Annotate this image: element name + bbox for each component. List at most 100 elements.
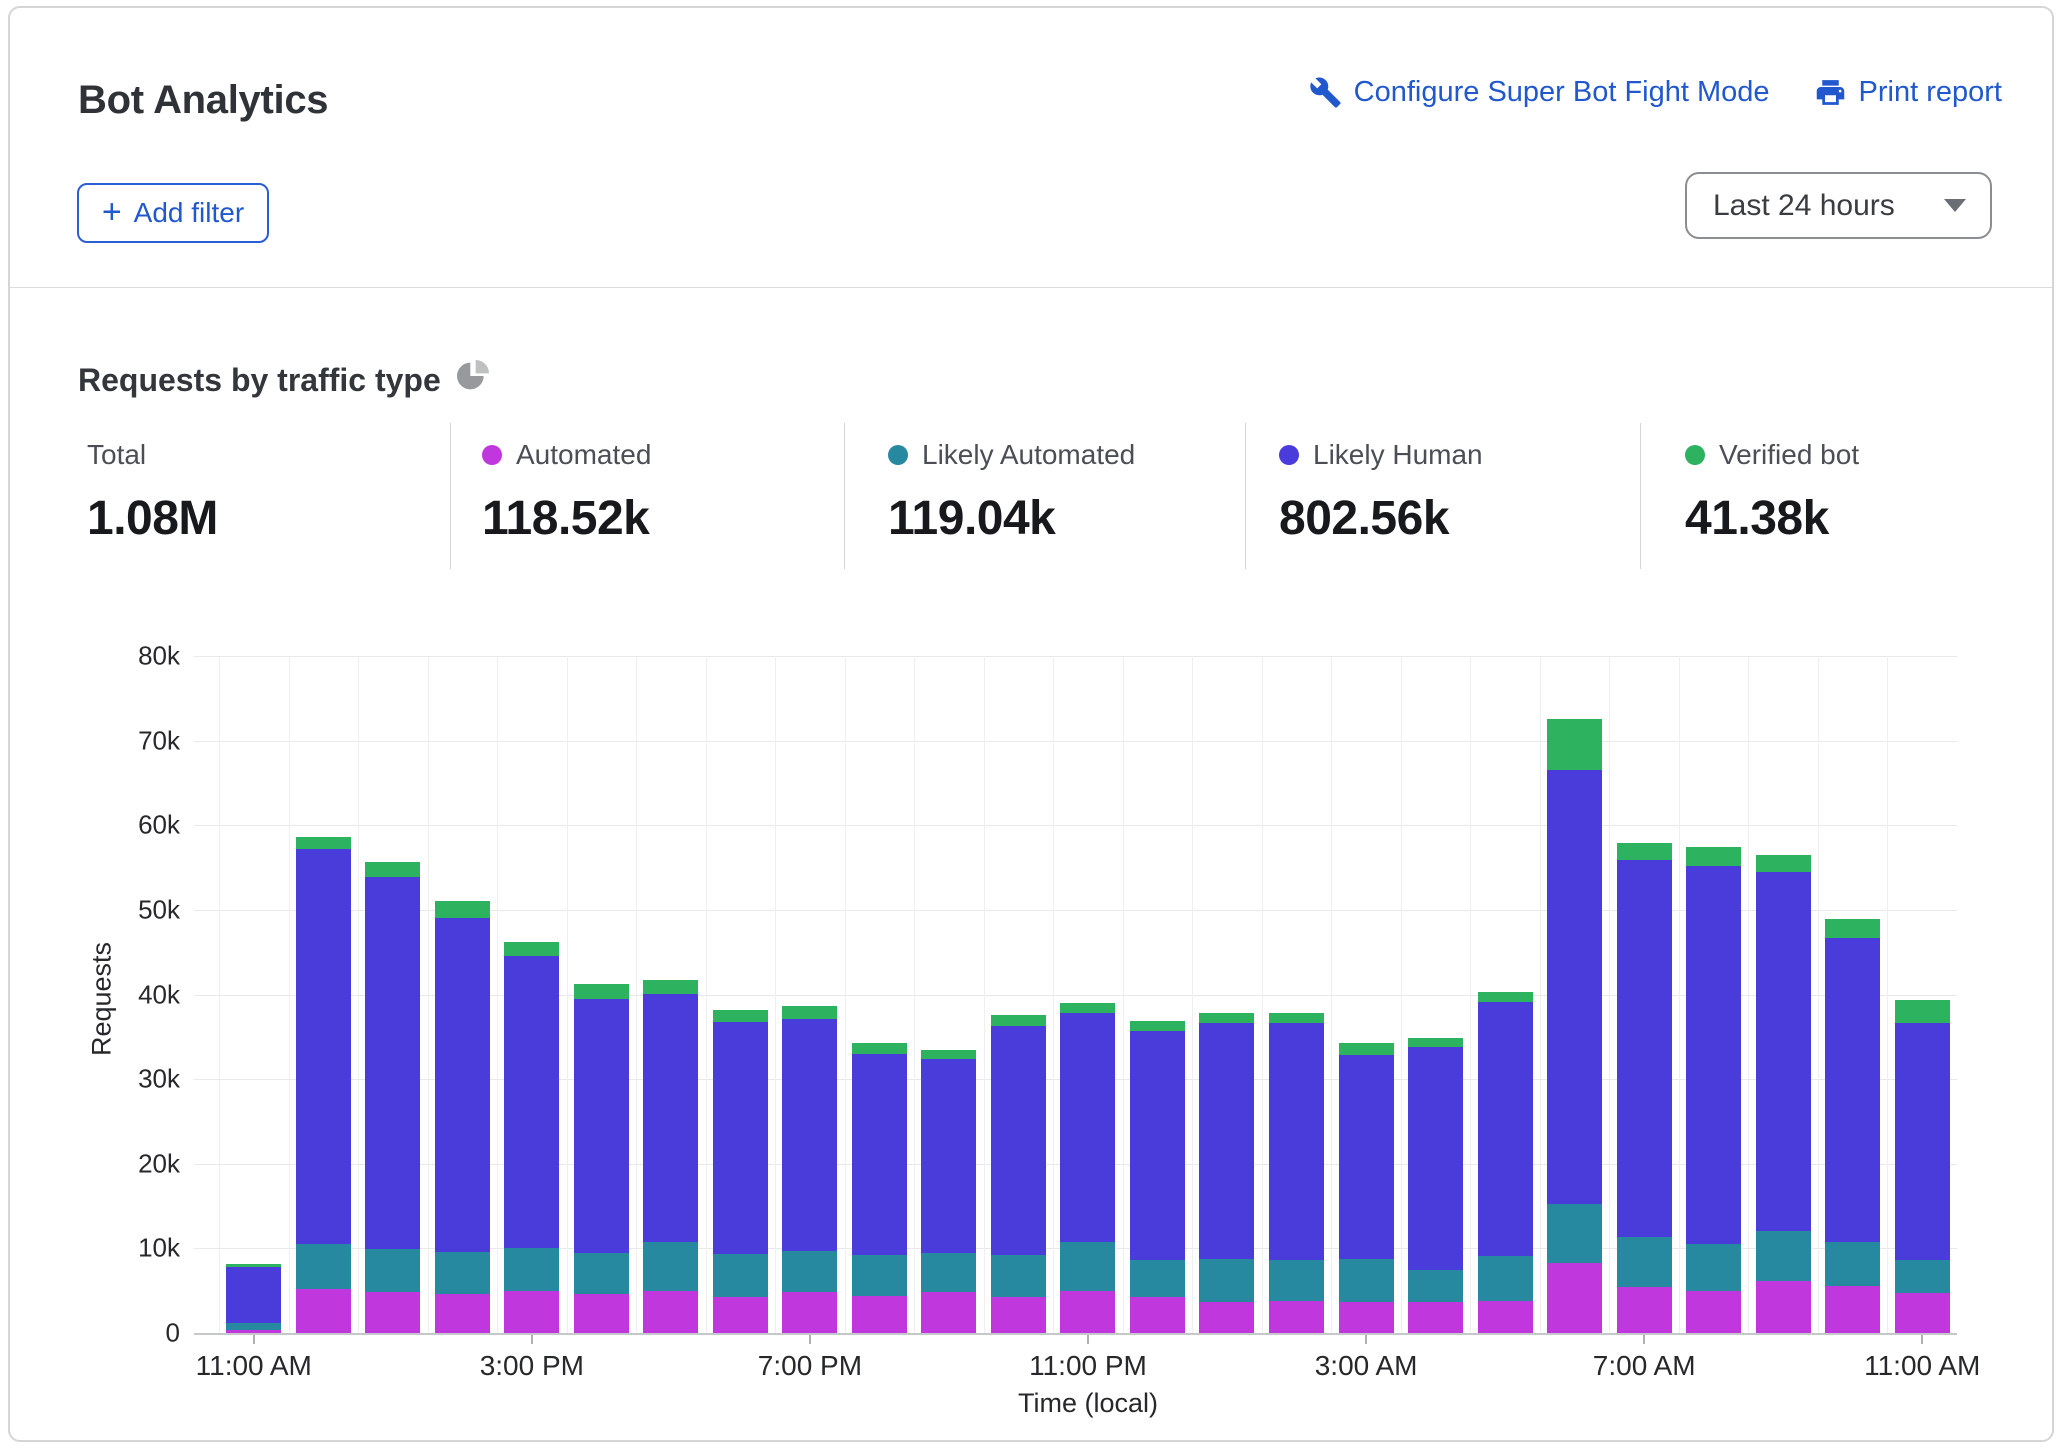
bar-12:00 AM[interactable] [1123,656,1193,1333]
stat-divider [844,423,845,569]
x-tick-label: 7:00 PM [758,1350,862,1382]
y-axis-title: Requests [87,942,118,1056]
y-tick-label: 0 [166,1318,180,1349]
bar-8:00 PM[interactable] [845,656,915,1333]
segment-likely-human [1130,1031,1185,1260]
bar-4:00 AM[interactable] [1401,656,1471,1333]
bar-4:00 PM[interactable] [567,656,637,1333]
pie-chart-icon [457,360,489,400]
segment-likely-automated [1617,1237,1672,1287]
segment-likely-human [226,1267,281,1323]
time-range-select[interactable]: Last 24 hours [1685,172,1992,239]
caret-down-icon [1944,199,1966,212]
segment-verified-bot [1060,1003,1115,1013]
configure-super-bot-fight-mode-link[interactable]: Configure Super Bot Fight Mode [1309,76,1770,109]
stat-automated: Automated 118.52k [482,423,651,569]
plus-icon: + [102,198,122,226]
bar-6:00 AM[interactable] [1540,656,1610,1333]
bar-3:00 AM[interactable] [1331,656,1401,1333]
segment-automated [1060,1291,1115,1333]
bar-9:00 PM[interactable] [914,656,984,1333]
segment-verified-bot [713,1010,768,1023]
bar-10:00 AM[interactable] [1818,656,1888,1333]
x-tick-mark [1921,1335,1923,1344]
bar-11:00 AM[interactable] [1887,656,1957,1333]
segment-likely-human [852,1054,907,1255]
x-tick-mark [253,1335,255,1344]
verified-bot-dot-icon [1685,445,1705,465]
segment-likely-automated [1686,1244,1741,1291]
segment-likely-human [1825,938,1880,1243]
segment-likely-human [504,956,559,1249]
segment-likely-human [1060,1013,1115,1242]
x-tick-mark [1365,1335,1367,1344]
segment-likely-human [1199,1023,1254,1258]
segment-likely-automated [1269,1260,1324,1301]
segment-automated [296,1289,351,1333]
header-links: Configure Super Bot Fight Mode Print rep… [1309,76,2002,109]
segment-verified-bot [991,1015,1046,1026]
stacked-bar [1199,656,1254,1333]
segment-automated [1478,1301,1533,1333]
section-title-label: Requests by traffic type [78,362,441,399]
stat-likely-automated-value: 119.04k [888,491,1135,546]
bar-2:00 PM[interactable] [428,656,498,1333]
segment-likely-automated [365,1249,420,1292]
configure-link-label: Configure Super Bot Fight Mode [1354,76,1770,109]
segment-automated [1339,1302,1394,1333]
segment-automated [1756,1281,1811,1333]
bar-7:00 AM[interactable] [1609,656,1679,1333]
bar-1:00 PM[interactable] [358,656,428,1333]
x-tick-label: 3:00 PM [480,1350,584,1382]
bar-11:00 PM[interactable] [1053,656,1123,1333]
bar-12:00 PM[interactable] [289,656,359,1333]
segment-likely-automated [713,1254,768,1297]
segment-verified-bot [435,901,490,919]
segment-likely-automated [1895,1260,1950,1293]
segment-automated [1617,1287,1672,1333]
print-report-link[interactable]: Print report [1814,76,2002,109]
bar-3:00 PM[interactable] [497,656,567,1333]
bar-5:00 PM[interactable] [636,656,706,1333]
bar-5:00 AM[interactable] [1470,656,1540,1333]
segment-likely-automated [1199,1259,1254,1302]
bar-8:00 AM[interactable] [1679,656,1749,1333]
segment-verified-bot [1478,992,1533,1002]
stat-likely-automated: Likely Automated 119.04k [888,423,1135,569]
header-divider [10,287,2052,288]
segment-likely-human [1269,1023,1324,1260]
stacked-bar [713,656,768,1333]
segment-automated [1130,1297,1185,1333]
automated-dot-icon [482,445,502,465]
add-filter-button[interactable]: + Add filter [77,183,269,243]
segment-likely-automated [574,1253,629,1294]
section-title: Requests by traffic type [78,360,489,400]
bar-9:00 AM[interactable] [1748,656,1818,1333]
segment-verified-bot [921,1050,976,1059]
segment-likely-human [1339,1055,1394,1258]
bar-11:00 AM[interactable] [219,656,289,1333]
bar-10:00 PM[interactable] [984,656,1054,1333]
segment-verified-bot [1130,1021,1185,1031]
stat-verified-bot: Verified bot 41.38k [1685,423,1859,569]
segment-automated [574,1294,629,1333]
bar-2:00 AM[interactable] [1262,656,1332,1333]
segment-likely-human [1686,866,1741,1244]
segment-verified-bot [1825,919,1880,938]
x-tick-label: 3:00 AM [1315,1350,1418,1382]
stacked-bar [226,656,281,1333]
segment-likely-automated [435,1252,490,1294]
x-tick-label: 11:00 PM [1029,1350,1147,1382]
segment-verified-bot [504,942,559,956]
segment-likely-automated [643,1242,698,1291]
bar-1:00 AM[interactable] [1192,656,1262,1333]
segment-automated [226,1330,281,1333]
bar-6:00 PM[interactable] [706,656,776,1333]
segment-verified-bot [1547,719,1602,770]
bar-7:00 PM[interactable] [775,656,845,1333]
stat-verified-bot-label: Verified bot [1719,439,1859,471]
segment-automated [782,1292,837,1333]
segment-verified-bot [1269,1013,1324,1023]
stacked-bar [365,656,420,1333]
stacked-bar [435,656,490,1333]
